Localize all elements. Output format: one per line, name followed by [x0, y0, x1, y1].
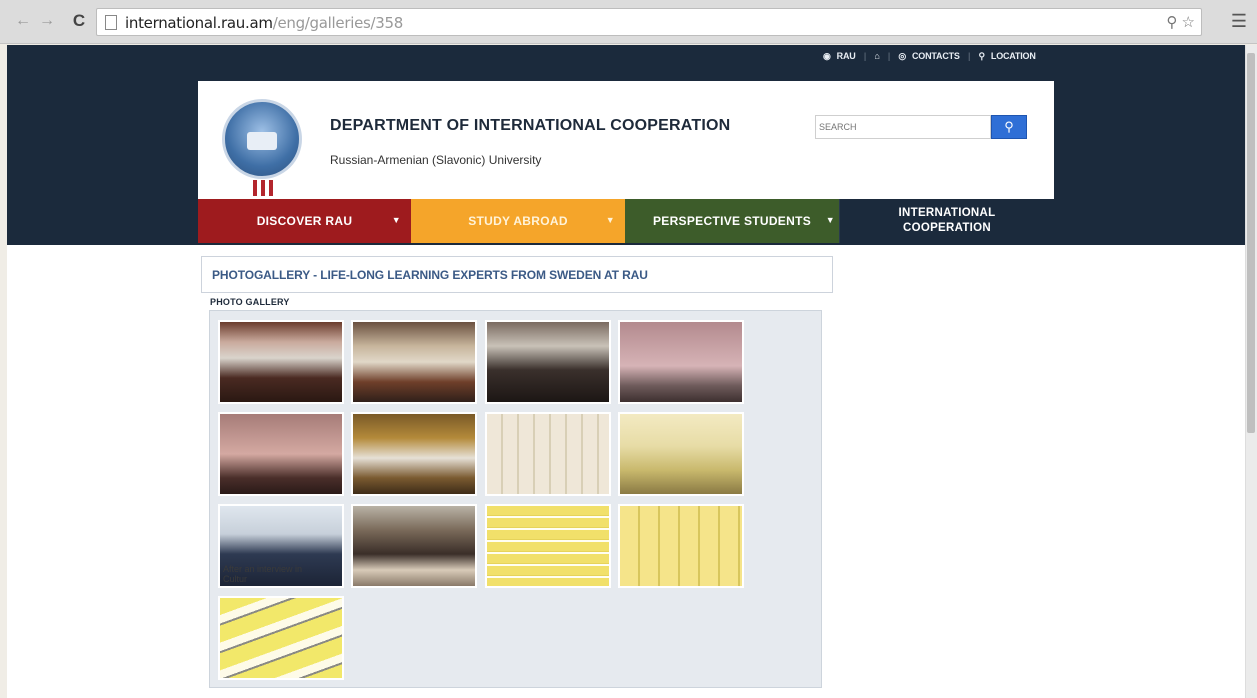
top-link-rau[interactable]: RAU	[837, 51, 856, 61]
dropdown-caret-icon: ▼	[391, 215, 401, 225]
page-title: PHOTOGALLERY - LIFE-LONG LEARNING EXPERT…	[212, 268, 648, 282]
bookmark-star-icon[interactable]: ☆	[1182, 14, 1195, 31]
gallery-thumbnail[interactable]	[351, 412, 477, 496]
page-icon	[105, 15, 117, 30]
gallery-thumbnail[interactable]	[485, 504, 611, 588]
address-bar[interactable]: international.rau.am/eng/galleries/358 ⚲…	[96, 8, 1202, 36]
header-band: ◉ RAU | ⌂ | ◎ CONTACTS | ⚲ LOCATION DEPARTM…	[7, 45, 1245, 245]
gallery-thumbnail[interactable]: After an interview in Cultur	[218, 504, 344, 588]
scrollbar-thumb[interactable]	[1247, 53, 1255, 433]
url-text[interactable]: international.rau.am/eng/galleries/358	[125, 14, 403, 32]
main-menu: DISCOVER RAU ▼ STUDY ABROAD ▼ PERSPECTIV…	[198, 199, 1054, 243]
globe-icon: ◉	[823, 51, 831, 61]
gallery-thumbnail[interactable]	[351, 504, 477, 588]
omnibox-icons: ⚲ ☆	[1166, 13, 1195, 31]
menu-study-abroad[interactable]: STUDY ABROAD ▼	[411, 199, 625, 243]
logo-emblem	[247, 132, 277, 150]
search-input[interactable]	[815, 115, 991, 139]
gallery-thumbnail[interactable]	[218, 596, 344, 680]
top-link-contacts[interactable]: CONTACTS	[912, 51, 960, 61]
gallery-thumbnail[interactable]	[218, 320, 344, 404]
gallery-thumbnail[interactable]	[618, 320, 744, 404]
contacts-icon: ◎	[898, 51, 906, 61]
menu-label: INTERNATIONAL COOPERATION	[898, 207, 996, 234]
url-path: /eng/galleries/358	[272, 14, 404, 32]
dropdown-caret-icon: ▼	[605, 215, 615, 225]
site-subtitle: Russian-Armenian (Slavonic) University	[330, 153, 542, 167]
menu-perspective-students[interactable]: PERSPECTIVE STUDENTS ▼	[625, 199, 839, 243]
top-link-location[interactable]: LOCATION	[991, 51, 1036, 61]
web-page: ◉ RAU | ⌂ | ◎ CONTACTS | ⚲ LOCATION DEPARTM…	[7, 45, 1245, 698]
browser-toolbar: ← → C international.rau.am/eng/galleries…	[0, 0, 1257, 44]
gallery-thumbnail[interactable]	[351, 320, 477, 404]
search-icon: ⚲	[1004, 119, 1014, 134]
logo-ribbon	[253, 180, 277, 196]
menu-discover-rau[interactable]: DISCOVER RAU ▼	[198, 199, 411, 243]
divider: |	[863, 51, 867, 61]
gallery-thumbnail[interactable]	[618, 412, 744, 496]
url-domain: international.rau.am	[125, 14, 273, 32]
site-title: DEPARTMENT OF INTERNATIONAL COOPERATION	[330, 117, 731, 134]
menu-label: PERSPECTIVE STUDENTS	[652, 214, 812, 228]
browser-menu-icon[interactable]: ☰	[1231, 11, 1247, 32]
gallery-thumbnail[interactable]	[218, 412, 344, 496]
gallery-title-box: PHOTOGALLERY - LIFE-LONG LEARNING EXPERT…	[201, 256, 833, 293]
forward-arrow-icon[interactable]: →	[38, 12, 56, 30]
divider: |	[968, 51, 971, 61]
menu-label: DISCOVER RAU	[256, 214, 353, 228]
dropdown-caret-icon: ▼	[825, 215, 835, 225]
site-header: DEPARTMENT OF INTERNATIONAL COOPERATION …	[198, 81, 1054, 199]
university-logo[interactable]	[222, 99, 302, 196]
back-arrow-icon[interactable]: ←	[14, 12, 32, 30]
gallery-thumbnail[interactable]	[485, 320, 611, 404]
thumbnail-caption: After an interview in Cultur	[223, 564, 303, 584]
browser-viewport: ◉ RAU | ⌂ | ◎ CONTACTS | ⚲ LOCATION DEPARTM…	[0, 45, 1257, 698]
reload-icon[interactable]: C	[70, 11, 88, 31]
menu-international-cooperation[interactable]: INTERNATIONAL COOPERATION	[839, 199, 1054, 243]
top-links: ◉ RAU | ⌂ | ◎ CONTACTS | ⚲ LOCATION	[823, 51, 1042, 62]
location-pin-icon: ⚲	[978, 51, 986, 61]
gallery-thumbnail[interactable]	[618, 504, 744, 588]
divider: |	[887, 51, 891, 61]
gallery-label: PHOTO GALLERY	[210, 297, 290, 307]
photo-gallery: After an interview in Cultur	[209, 310, 822, 688]
menu-label: STUDY ABROAD	[468, 214, 568, 228]
home-icon[interactable]: ⌂	[874, 51, 879, 61]
zoom-icon[interactable]: ⚲	[1166, 14, 1177, 31]
scrollbar[interactable]	[1245, 45, 1257, 698]
search-button[interactable]: ⚲	[991, 115, 1027, 139]
gallery-thumbnail[interactable]	[485, 412, 611, 496]
